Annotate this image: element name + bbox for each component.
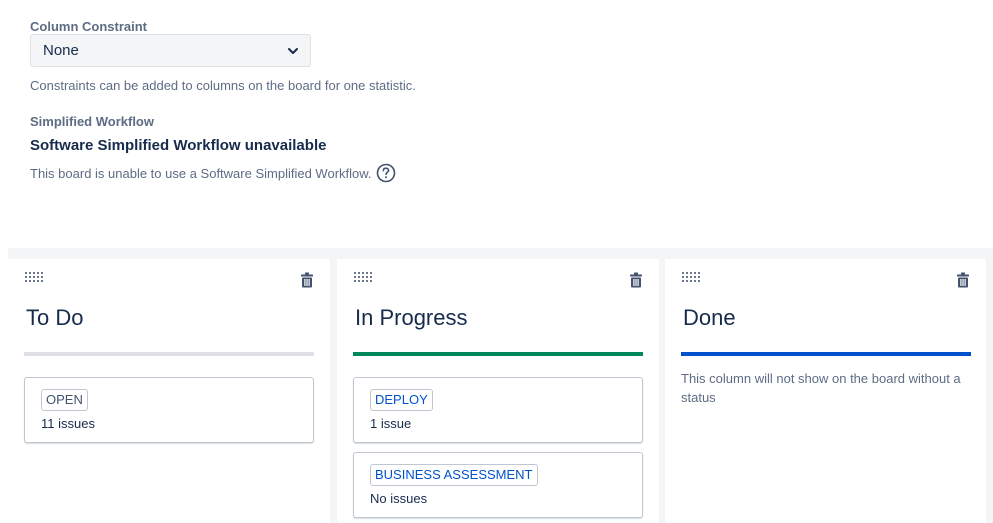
column-constraint-value: None <box>43 42 79 59</box>
empty-column-message: This column will not show on the board w… <box>681 371 961 405</box>
status-card-business-assessment[interactable]: BUSINESS ASSESSMENT No issues <box>353 452 643 518</box>
help-question-icon[interactable] <box>376 163 396 183</box>
column-color-bar <box>24 352 314 356</box>
column-todo[interactable]: To Do OPEN 11 issues <box>8 259 330 523</box>
drag-handle-icon[interactable] <box>24 271 46 283</box>
status-lozenge: DEPLOY <box>370 389 433 411</box>
status-card-open[interactable]: OPEN 11 issues <box>24 377 314 443</box>
status-lozenge: BUSINESS ASSESSMENT <box>370 464 538 486</box>
column-title[interactable]: In Progress <box>355 305 468 331</box>
column-done[interactable]: Done This column will not show on the bo… <box>665 259 986 523</box>
simplified-workflow-title: Software Simplified Workflow unavailable <box>30 137 327 154</box>
status-issue-count: No issues <box>370 491 428 506</box>
status-issue-count: 1 issue <box>370 416 412 431</box>
simplified-workflow-help: This board is unable to use a Software S… <box>30 165 372 181</box>
simplified-workflow-help-row: This board is unable to use a Software S… <box>30 163 396 183</box>
column-color-bar <box>681 352 971 356</box>
column-title[interactable]: To Do <box>26 305 83 331</box>
trash-icon[interactable] <box>629 272 643 288</box>
status-issue-count: 11 issues <box>41 416 95 431</box>
board-columns: To Do OPEN 11 issues In Progress DEPLOY … <box>8 248 993 523</box>
column-constraint-help: Constraints can be added to columns on t… <box>30 78 416 93</box>
chevron-down-icon <box>288 47 298 54</box>
drag-handle-icon[interactable] <box>681 271 703 283</box>
trash-icon[interactable] <box>300 272 314 288</box>
status-lozenge: OPEN <box>41 389 88 411</box>
trash-icon[interactable] <box>956 272 970 288</box>
status-card-deploy[interactable]: DEPLOY 1 issue <box>353 377 643 443</box>
column-color-bar <box>353 352 643 356</box>
simplified-workflow-label: Simplified Workflow <box>30 114 154 129</box>
drag-handle-icon[interactable] <box>353 271 375 283</box>
column-in-progress[interactable]: In Progress DEPLOY 1 issue BUSINESS ASSE… <box>337 259 659 523</box>
column-title[interactable]: Done <box>683 305 736 331</box>
column-constraint-label: Column Constraint <box>30 19 147 34</box>
column-constraint-select[interactable]: None <box>30 34 311 67</box>
